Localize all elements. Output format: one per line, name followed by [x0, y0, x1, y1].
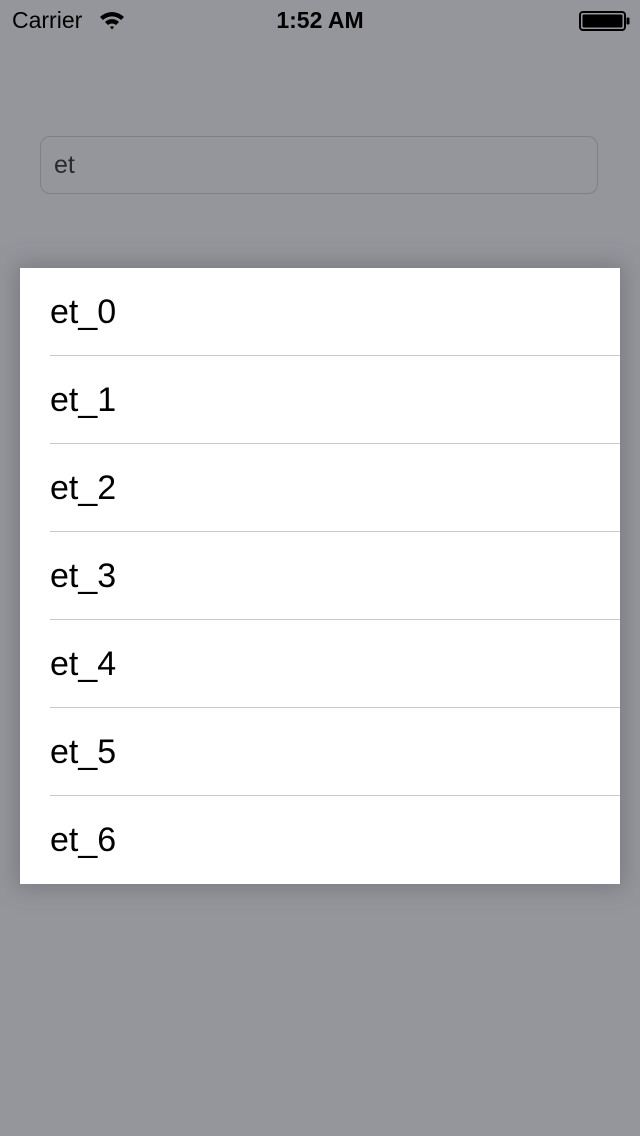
suggestion-dropdown: et_0 et_1 et_2 et_3 et_4 et_5 et_6	[20, 268, 620, 884]
suggestion-item[interactable]: et_4	[20, 620, 620, 708]
suggestion-item-label: et_6	[50, 821, 117, 859]
suggestion-item-label: et_1	[50, 381, 117, 419]
suggestion-item-label: et_3	[50, 557, 117, 595]
suggestion-item-label: et_4	[50, 645, 117, 683]
suggestion-item[interactable]: et_5	[20, 708, 620, 796]
suggestion-item[interactable]: et_6	[20, 796, 620, 884]
status-bar: Carrier 1:52 AM	[0, 0, 640, 40]
suggestion-item[interactable]: et_2	[20, 444, 620, 532]
search-input[interactable]	[40, 136, 598, 194]
suggestion-item[interactable]: et_0	[20, 268, 620, 356]
suggestion-item[interactable]: et_1	[20, 356, 620, 444]
status-time: 1:52 AM	[276, 7, 364, 33]
suggestion-item-label: et_2	[50, 469, 117, 507]
suggestion-item[interactable]: et_3	[20, 532, 620, 620]
suggestion-item-label: et_5	[50, 733, 117, 771]
battery-icon	[579, 11, 631, 31]
suggestion-item-label: et_0	[50, 293, 117, 331]
